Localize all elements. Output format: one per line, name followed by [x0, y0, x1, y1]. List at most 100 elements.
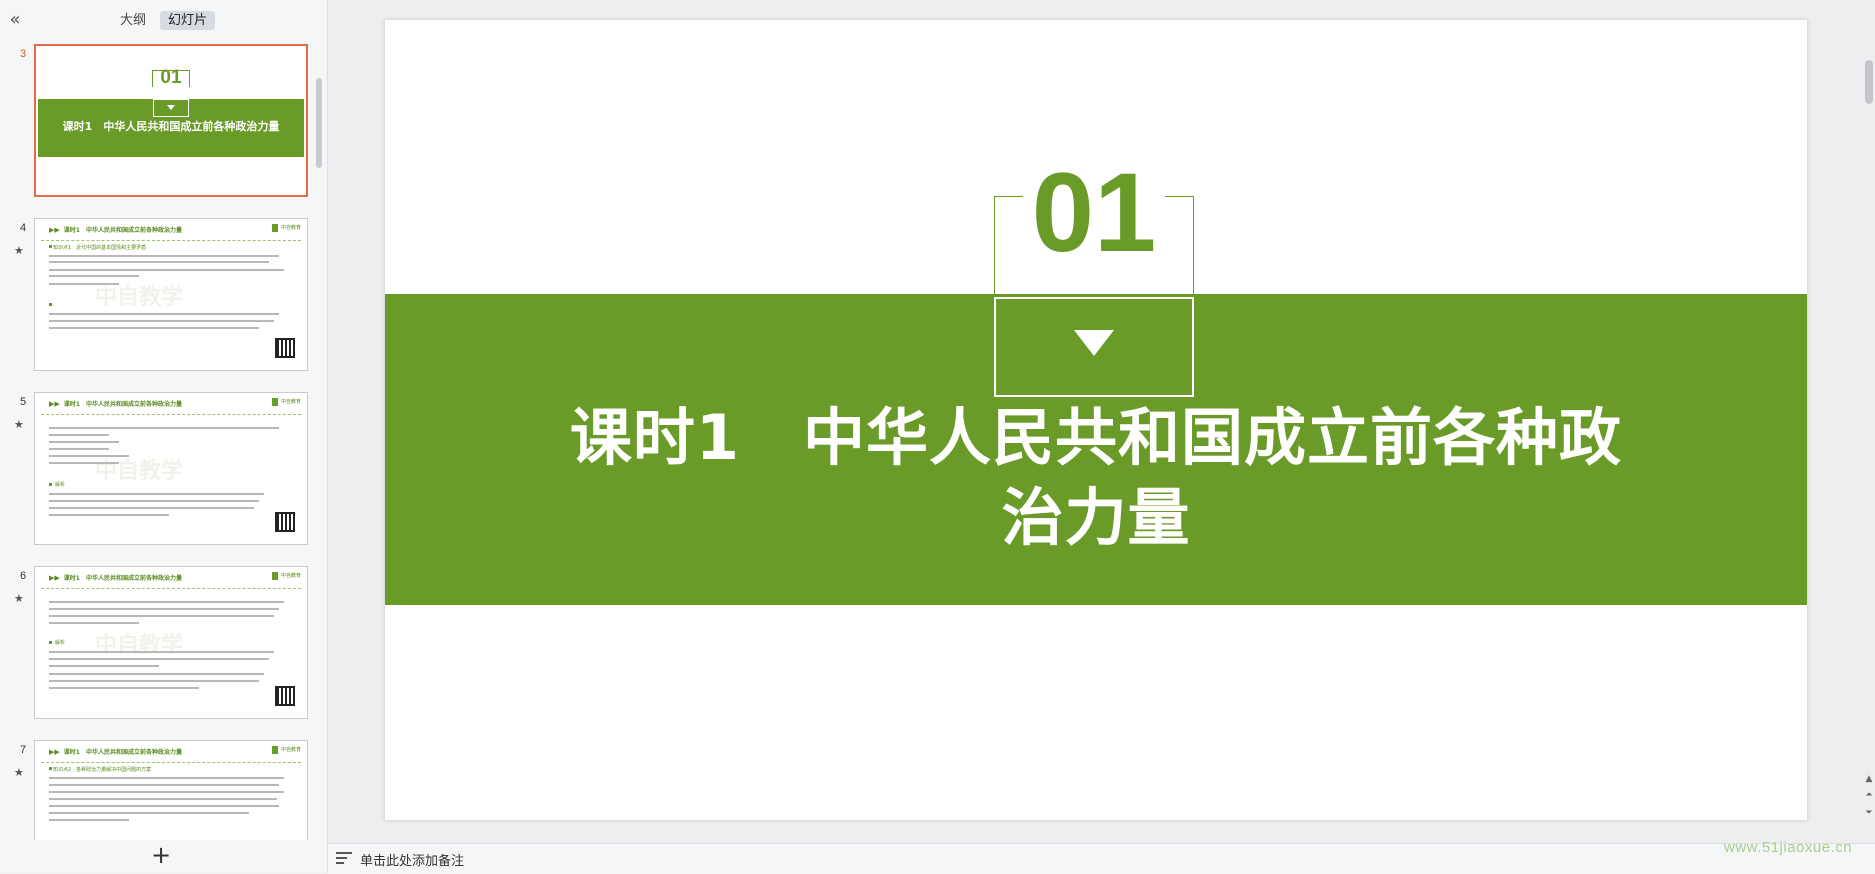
text-line — [49, 784, 279, 786]
text-line — [49, 658, 269, 660]
brand-logo-icon: 中自教育 — [271, 398, 301, 406]
section-number[interactable]: 01 — [994, 148, 1194, 278]
text-line — [49, 483, 52, 486]
thumbnail-subhead: 解析 — [55, 482, 66, 488]
text-line — [49, 673, 264, 675]
slide-thumbnail-5[interactable]: ▶▶ 课时1 中华人民共和国成立前各种政治力量 中自教育 中自教学 解析 — [34, 392, 308, 545]
animation-star-icon: ★ — [14, 418, 24, 431]
slide-number: 3 — [20, 48, 27, 60]
notes-list-icon — [336, 852, 352, 866]
text-line — [49, 805, 279, 807]
notes-bar: 单击此处添加备注 — [328, 843, 1875, 874]
qr-code-icon — [275, 686, 295, 706]
brand-logo-icon: 中自教育 — [271, 224, 301, 232]
thumbnail-watermark: 中自教学 — [95, 633, 184, 658]
brand-logo-icon: 中自教育 — [271, 746, 301, 754]
thumbnail-watermark: 中自教学 — [95, 459, 184, 484]
text-line — [49, 448, 109, 450]
double-arrow-icon: ▶▶ — [49, 574, 60, 582]
thumbnail-scrollbar[interactable] — [316, 78, 322, 168]
next-slide-icon[interactable]: ⏷ — [1863, 808, 1875, 818]
slide-number: 5 — [20, 396, 27, 408]
text-line — [49, 303, 52, 306]
thumbnail-number-text: 01 — [152, 68, 190, 87]
thumbnail-header: ▶▶ 课时1 中华人民共和国成立前各种政治力量 — [49, 399, 182, 411]
text-line — [49, 777, 284, 779]
text-line — [49, 651, 274, 653]
text-line — [49, 493, 264, 495]
slide-thumbnail-4[interactable]: ▶▶ 课时1 中华人民共和国成立前各种政治力量 中自教育 中自教学 知识点1 近代… — [34, 218, 308, 371]
text-line — [49, 687, 199, 689]
divider — [41, 762, 301, 763]
divider — [41, 588, 301, 589]
slides-panel: « 大纲 幻灯片 3 01 课时1 中华人民共和国成立前各种政治力量 4 ★ ▶… — [0, 0, 328, 873]
text-line — [49, 680, 259, 682]
thumbnail-subhead: 知识点2 各种政治力量解决中国问题的方案 — [53, 767, 152, 773]
site-watermark: www.51jiaoxue.cn — [1724, 839, 1853, 856]
text-line — [49, 507, 254, 509]
text-line — [49, 434, 109, 436]
down-triangle-icon — [1074, 330, 1114, 356]
text-line — [49, 665, 159, 667]
thumbnail-row: 5 ★ ▶▶ 课时1 中华人民共和国成立前各种政治力量 中自教育 中自教学 解析 — [0, 392, 316, 552]
previous-slide-icon[interactable]: ⏶ — [1863, 790, 1875, 800]
text-line — [49, 601, 284, 603]
vertical-scrollbar[interactable]: ▲ ⏶ ⏷ — [1863, 0, 1875, 843]
text-line — [49, 245, 52, 248]
double-arrow-icon: ▶▶ — [49, 226, 60, 234]
thumbnail-header-text: 课时1 中华人民共和国成立前各种政治力量 — [63, 575, 182, 582]
qr-code-icon — [275, 338, 295, 358]
thumbnail-header-text: 课时1 中华人民共和国成立前各种政治力量 — [63, 749, 182, 756]
double-arrow-icon: ▶▶ — [49, 400, 60, 408]
text-line — [49, 641, 52, 644]
notes-input[interactable]: 单击此处添加备注 — [360, 850, 464, 869]
text-line — [49, 283, 119, 285]
text-line — [49, 812, 249, 814]
thumbnail-subhead: 解析 — [55, 640, 66, 646]
thumbnail-row: 4 ★ ▶▶ 课时1 中华人民共和国成立前各种政治力量 中自教育 中自教学 知识点… — [0, 218, 316, 378]
text-line — [49, 327, 259, 329]
slide-number: 4 — [20, 222, 27, 234]
tab-slides[interactable]: 幻灯片 — [160, 11, 216, 30]
slide-thumbnail-list: 3 01 课时1 中华人民共和国成立前各种政治力量 4 ★ ▶▶ 课时1 中华人民… — [0, 40, 316, 840]
current-slide[interactable]: 01 课时1 中华人民共和国成立前各种政 治力量 — [385, 20, 1807, 820]
slide-thumbnail-6[interactable]: ▶▶ 课时1 中华人民共和国成立前各种政治力量 中自教育 中自教学 解析 — [34, 566, 308, 719]
thumbnail-subhead: 知识点1 近代中国的基本国情和主要矛盾 — [53, 245, 147, 251]
divider — [41, 414, 301, 415]
view-tabs: 大纲 幻灯片 — [112, 11, 216, 30]
divider — [41, 240, 301, 241]
scroll-up-icon[interactable]: ▲ — [1863, 774, 1875, 784]
slide-editing-area: 01 课时1 中华人民共和国成立前各种政 治力量 — [328, 0, 1863, 843]
animation-star-icon: ★ — [14, 592, 24, 605]
thumbnail-row: 6 ★ ▶▶ 课时1 中华人民共和国成立前各种政治力量 中自教育 中自教学 解析 — [0, 566, 316, 726]
text-line — [49, 798, 277, 800]
text-line — [49, 819, 129, 821]
animation-star-icon: ★ — [14, 766, 24, 779]
text-line — [49, 462, 119, 464]
slide-thumbnail-7[interactable]: ▶▶ 课时1 中华人民共和国成立前各种政治力量 中自教育 知识点2 各种政治力量解… — [34, 740, 308, 840]
slide-thumbnail-3[interactable]: 01 课时1 中华人民共和国成立前各种政治力量 — [34, 44, 308, 197]
text-line — [49, 608, 279, 610]
thumbnail-row: 7 ★ ▶▶ 课时1 中华人民共和国成立前各种政治力量 中自教育 知识点2 各种政… — [0, 740, 316, 840]
add-slide-button[interactable]: + — [151, 843, 171, 867]
double-arrow-icon: ▶▶ — [49, 748, 60, 756]
thumbnail-header-text: 课时1 中华人民共和国成立前各种政治力量 — [63, 227, 182, 234]
thumbnail-row: 3 01 课时1 中华人民共和国成立前各种政治力量 — [0, 44, 316, 208]
text-line — [49, 269, 284, 271]
thumbnail-title: 课时1 中华人民共和国成立前各种政治力量 — [62, 120, 280, 133]
collapse-panel-icon[interactable]: « — [5, 10, 25, 30]
animation-star-icon: ★ — [14, 244, 24, 257]
thumbnail-header: ▶▶ 课时1 中华人民共和国成立前各种政治力量 — [49, 573, 182, 585]
thumbnail-header: ▶▶ 课时1 中华人民共和国成立前各种政治力量 — [49, 747, 182, 759]
text-line — [49, 500, 259, 502]
text-line — [49, 261, 269, 263]
text-line — [49, 615, 274, 617]
scrollbar-thumb[interactable] — [1865, 60, 1873, 104]
text-line — [49, 255, 279, 257]
text-line — [49, 427, 279, 429]
slide-title[interactable]: 课时1 中华人民共和国成立前各种政 治力量 — [445, 398, 1747, 558]
text-line — [49, 313, 279, 315]
slide-number: 6 — [20, 570, 27, 582]
thumbnail-down-triangle-icon — [167, 105, 175, 110]
tab-outline[interactable]: 大纲 — [112, 11, 154, 30]
